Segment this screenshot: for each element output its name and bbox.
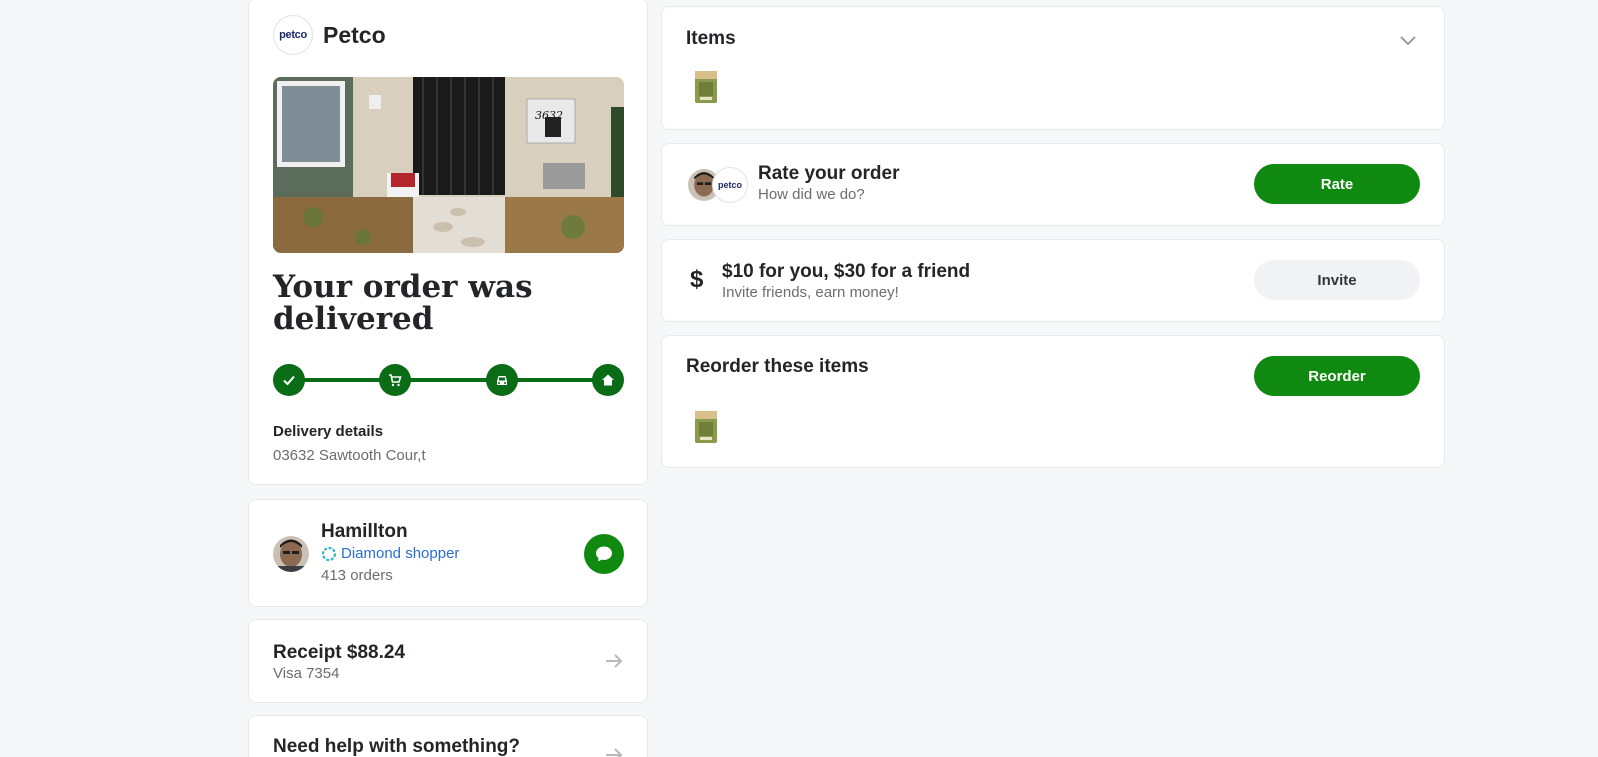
shopper-tier: Diamond shopper <box>321 545 459 562</box>
rate-subtitle: How did we do? <box>758 186 865 203</box>
chat-with-shopper-button[interactable] <box>584 534 624 574</box>
arrow-right-icon <box>606 748 623 757</box>
store-name: Petco <box>323 21 386 48</box>
items-title: Items <box>686 28 736 49</box>
car-icon <box>486 364 518 396</box>
items-card: Items <box>661 6 1445 130</box>
delivery-details-label: Delivery details <box>273 423 384 440</box>
chevron-down-icon[interactable] <box>1398 33 1418 47</box>
order-status-card: petco Petco 3632 Your order was delivere… <box>248 0 648 485</box>
payment-method: Visa 7354 <box>273 665 340 682</box>
shopper-card: Hamillton Diamond shopper 413 orders <box>248 499 648 607</box>
check-icon <box>273 364 305 396</box>
shopper-tier-label: Diamond shopper <box>341 545 460 562</box>
receipt-card[interactable]: Receipt $88.24 Visa 7354 <box>248 619 648 703</box>
invite-card: $ $10 for you, $30 for a friend Invite f… <box>661 239 1445 322</box>
help-card[interactable]: Need help with something? <box>248 715 648 757</box>
invite-subtitle: Invite friends, earn money! <box>722 284 899 301</box>
delivery-photo-image: 3632 <box>273 77 624 253</box>
reorder-button[interactable]: Reorder <box>1254 356 1420 396</box>
invite-button[interactable]: Invite <box>1254 260 1420 300</box>
arrow-right-icon <box>606 654 623 668</box>
avatar-stack: petco <box>686 167 748 203</box>
shopper-name: Hamillton <box>321 521 408 542</box>
chat-bubble-icon <box>596 546 612 562</box>
invite-title: $10 for you, $30 for a friend <box>722 261 971 282</box>
shopper-avatar <box>273 536 309 572</box>
store-logo: petco <box>712 167 748 203</box>
home-icon <box>592 364 624 396</box>
delivery-photo[interactable]: 3632 <box>273 77 624 253</box>
store-header[interactable]: petco Petco <box>273 15 386 55</box>
rate-order-card: petco Rate your order How did we do? Rat… <box>661 143 1445 226</box>
rate-button[interactable]: Rate <box>1254 164 1420 204</box>
product-thumbnail[interactable] <box>694 410 718 444</box>
reorder-card: Reorder these items Reorder <box>661 335 1445 468</box>
order-status-title: Your order was delivered <box>273 269 533 337</box>
product-thumbnail[interactable] <box>694 70 718 104</box>
help-title: Need help with something? <box>273 736 521 757</box>
store-logo: petco <box>273 15 313 55</box>
progress-line <box>289 378 608 382</box>
receipt-total: Receipt $88.24 <box>273 642 406 663</box>
cart-icon <box>379 364 411 396</box>
reorder-title: Reorder these items <box>686 356 869 377</box>
dollar-icon: $ <box>690 266 704 293</box>
order-progress-tracker <box>273 364 624 396</box>
delivery-address: 03632 Sawtooth Cour,t <box>273 447 426 464</box>
diamond-badge-icon <box>321 546 337 561</box>
rate-title: Rate your order <box>758 163 900 184</box>
shopper-order-count: 413 orders <box>321 567 393 584</box>
